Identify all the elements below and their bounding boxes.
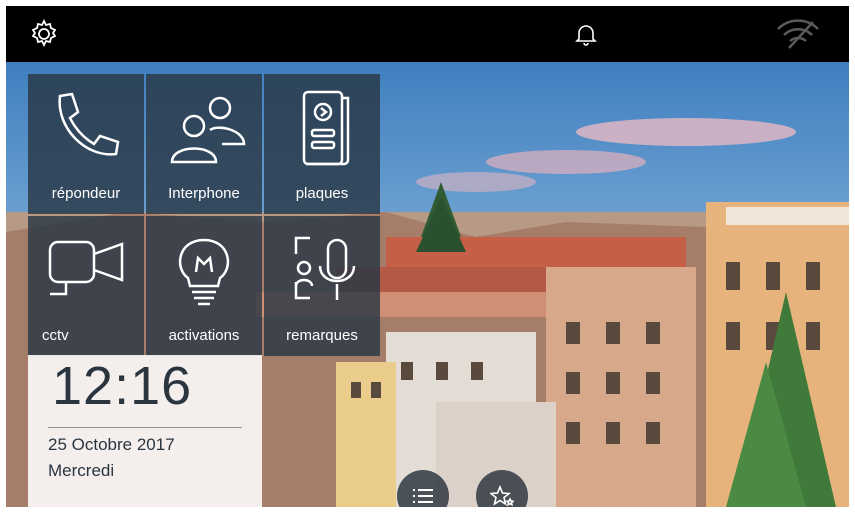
tile-plaques[interactable]: plaques (264, 74, 380, 214)
clock-day: Mercredi (48, 461, 115, 480)
tile-label: remarques (286, 327, 358, 344)
divider (48, 427, 242, 428)
tile-label: activations (168, 327, 240, 344)
device-screen: répondeur Interphone plaques cctv activa… (6, 6, 849, 507)
clock-date: 25 Octobre 2017 (48, 435, 175, 454)
tile-label: Interphone (168, 185, 240, 202)
tile-remarques[interactable]: remarques (264, 216, 380, 356)
clock-widget: 12:16 25 Octobre 2017 Mercredi (28, 355, 262, 507)
tile-cctv[interactable]: cctv (28, 216, 144, 356)
bulb-icon (178, 238, 230, 306)
phone-icon (58, 92, 120, 156)
tile-label: plaques (295, 185, 349, 202)
clock-time: 12:16 (52, 356, 193, 416)
users-icon (170, 96, 246, 164)
tile-repondeur[interactable]: répondeur (28, 74, 144, 214)
tile-interphone[interactable]: Interphone (146, 74, 262, 214)
camera-icon (48, 240, 124, 296)
favorite-stars-icon (490, 485, 514, 507)
door-panel-icon (302, 90, 350, 166)
tile-label: répondeur (51, 185, 121, 202)
gear-icon[interactable] (26, 16, 62, 52)
wifi-off-icon[interactable] (774, 16, 822, 52)
bell-icon[interactable] (568, 16, 604, 52)
voice-note-icon (294, 236, 356, 300)
tile-activations[interactable]: activations (146, 216, 262, 356)
list-icon (413, 489, 433, 503)
tile-label: cctv (42, 327, 69, 344)
top-bar (6, 6, 849, 62)
